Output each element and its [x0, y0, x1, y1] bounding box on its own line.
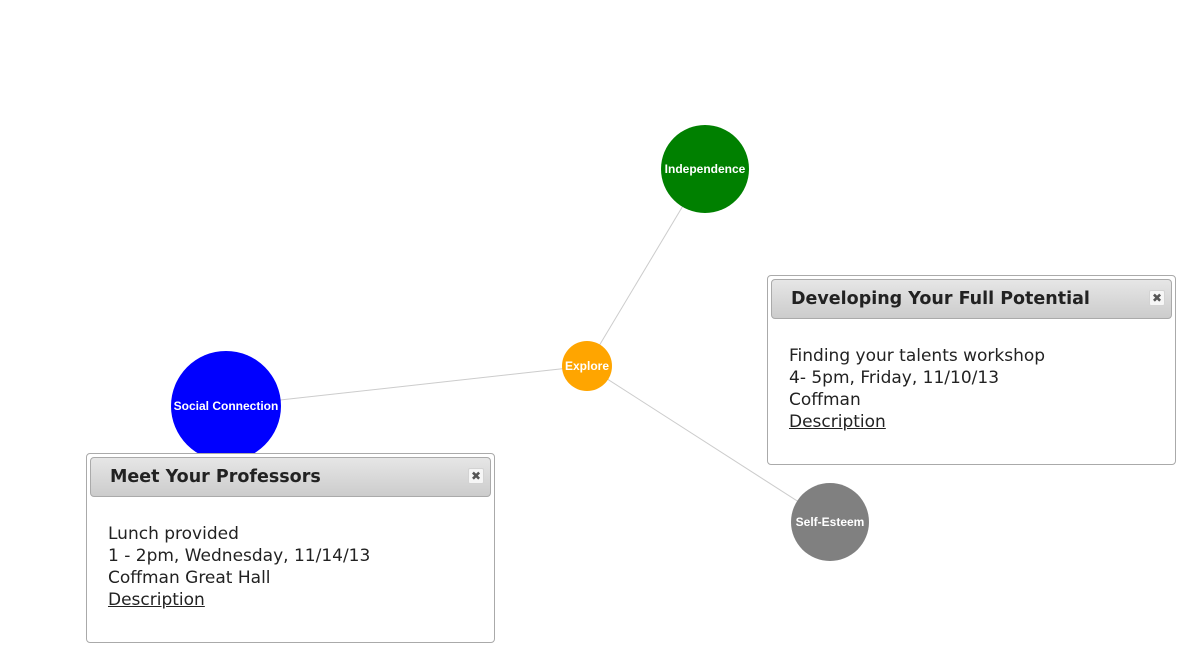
node-social-connection[interactable]: Social Connection	[171, 351, 281, 461]
node-label: Independence	[665, 162, 746, 176]
close-icon[interactable]: ✖	[1149, 290, 1165, 306]
event-subtitle: Lunch provided	[108, 524, 239, 544]
popup-title: Meet Your Professors	[110, 467, 321, 487]
event-subtitle: Finding your talents workshop	[789, 346, 1046, 366]
event-popup-meet-professors: Meet Your Professors ✖ Lunch provided 1 …	[86, 453, 495, 643]
node-label: Explore	[565, 359, 609, 373]
event-location: Coffman Great Hall	[108, 568, 271, 588]
description-link[interactable]: Description	[108, 590, 205, 610]
node-label: Social Connection	[174, 399, 279, 413]
event-location: Coffman	[789, 390, 861, 410]
popup-titlebar[interactable]: Meet Your Professors ✖	[90, 457, 491, 497]
popup-body: Finding your talents workshop 4- 5pm, Fr…	[771, 319, 1172, 433]
node-label: Self-Esteem	[796, 515, 865, 529]
node-self-esteem[interactable]: Self-Esteem	[791, 483, 869, 561]
network-canvas: Independence Social Connection Self-Este…	[0, 0, 1198, 656]
description-link[interactable]: Description	[789, 412, 886, 432]
popup-titlebar[interactable]: Developing Your Full Potential ✖	[771, 279, 1172, 319]
node-explore[interactable]: Explore	[562, 341, 612, 391]
event-time: 4- 5pm, Friday, 11/10/13	[789, 368, 1000, 388]
close-icon[interactable]: ✖	[468, 468, 484, 484]
event-popup-full-potential: Developing Your Full Potential ✖ Finding…	[767, 275, 1176, 465]
node-independence[interactable]: Independence	[661, 125, 749, 213]
popup-body: Lunch provided 1 - 2pm, Wednesday, 11/14…	[90, 497, 491, 611]
event-time: 1 - 2pm, Wednesday, 11/14/13	[108, 546, 371, 566]
popup-title: Developing Your Full Potential	[791, 289, 1090, 309]
